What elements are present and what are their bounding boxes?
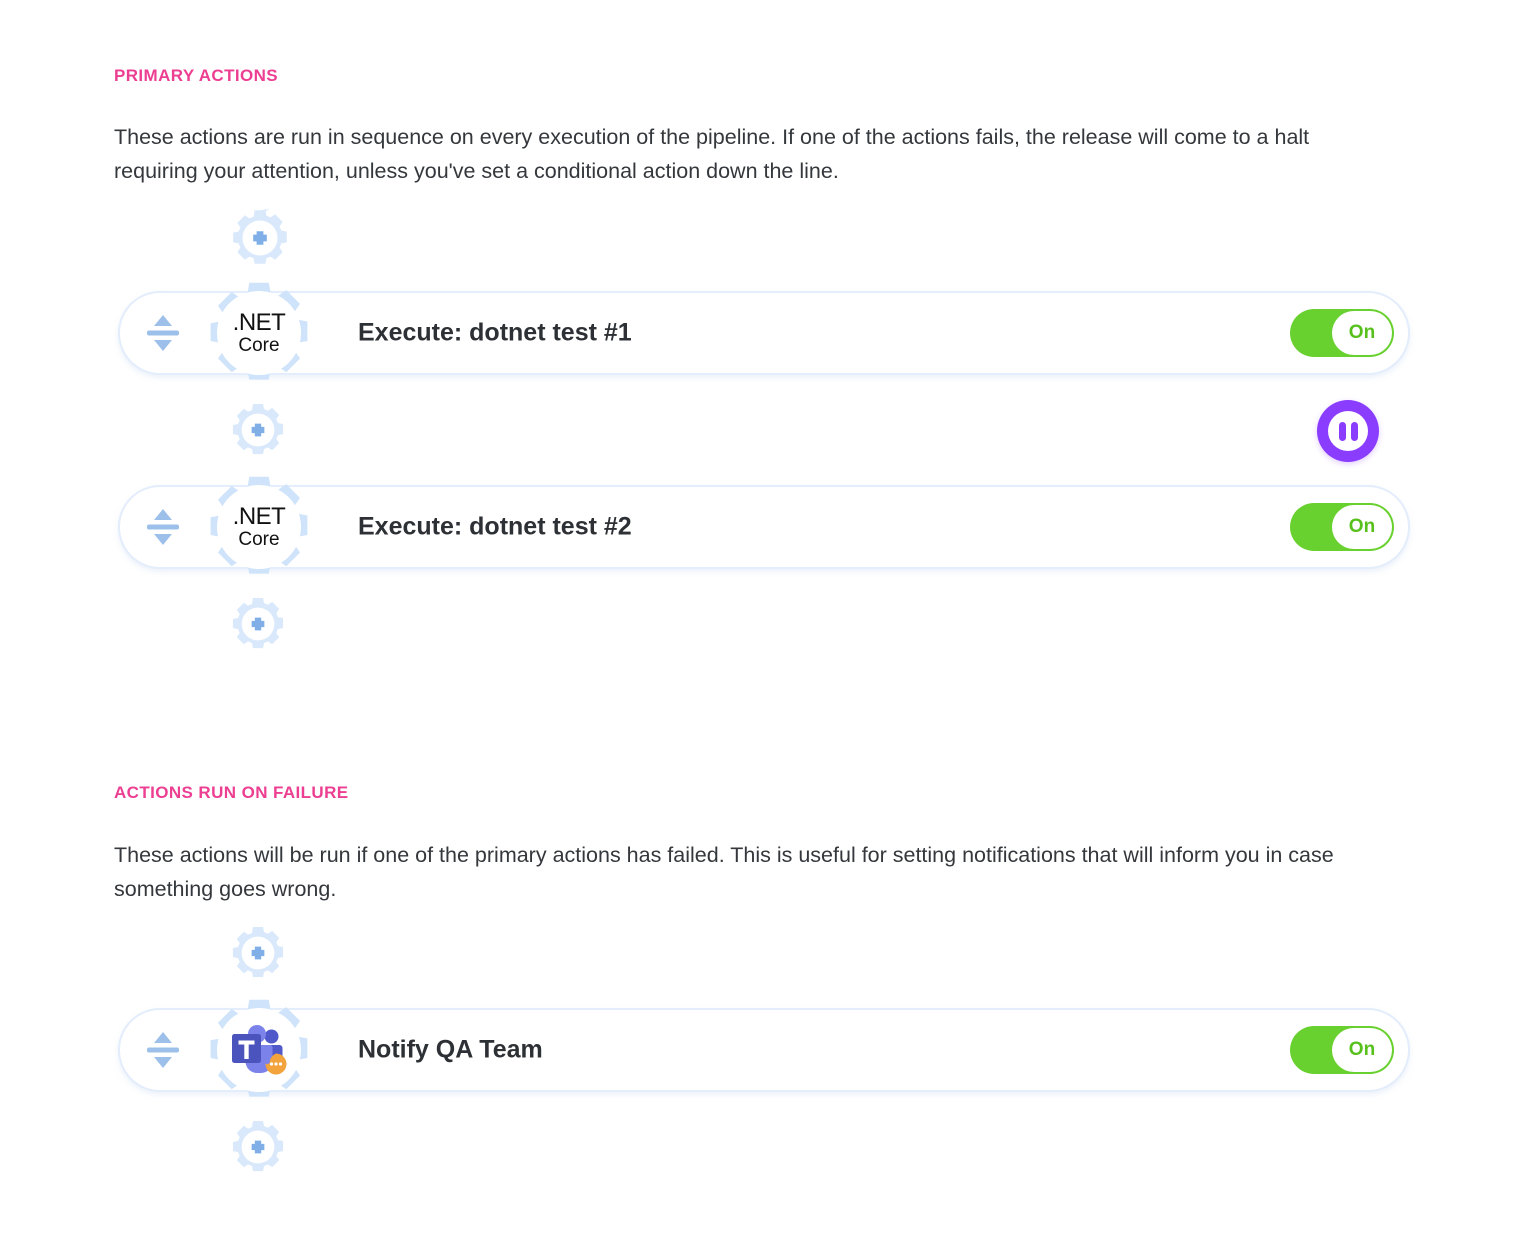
reorder-handle-icon[interactable] bbox=[146, 313, 180, 353]
action-label: Execute: dotnet test #2 bbox=[358, 512, 632, 541]
action-toggle-label: On bbox=[1332, 1028, 1392, 1072]
pause-bar-right bbox=[1350, 421, 1358, 441]
conditional-pause-badge[interactable] bbox=[1317, 400, 1379, 462]
reorder-up-arrow bbox=[154, 509, 172, 520]
action-toggle[interactable]: On bbox=[1290, 503, 1394, 551]
microsoft-teams-icon[interactable] bbox=[203, 994, 315, 1106]
pause-bar-left bbox=[1338, 421, 1346, 441]
pause-icon bbox=[1328, 411, 1368, 451]
app-icon-disc bbox=[217, 1008, 301, 1092]
reorder-bar bbox=[147, 1047, 179, 1053]
app-icon-disc: .NET Core bbox=[217, 485, 301, 569]
section-description-failure: These actions will be run if one of the … bbox=[114, 843, 1334, 901]
add-action-gear-icon[interactable] bbox=[229, 401, 287, 459]
dotnet-core-icon[interactable]: .NET Core bbox=[203, 277, 315, 389]
section-title-primary: PRIMARY ACTIONS bbox=[114, 66, 279, 85]
dotnet-core-icon[interactable]: .NET Core bbox=[203, 471, 315, 583]
pipeline-actions-page: PRIMARY ACTIONS These actions are run in… bbox=[0, 0, 1524, 1250]
action-label: Notify QA Team bbox=[358, 1035, 543, 1064]
section-description-primary: These actions are run in sequence on eve… bbox=[114, 125, 1310, 183]
add-action-gear-icon[interactable] bbox=[229, 207, 291, 269]
reorder-down-arrow bbox=[154, 1057, 172, 1068]
action-toggle[interactable]: On bbox=[1290, 1026, 1394, 1074]
action-toggle-label: On bbox=[1332, 311, 1392, 355]
app-icon-disc: .NET Core bbox=[217, 291, 301, 375]
reorder-bar bbox=[147, 524, 179, 530]
add-action-gear-icon[interactable] bbox=[229, 924, 287, 982]
reorder-up-arrow bbox=[154, 1032, 172, 1043]
dotnet-core-wordmark: .NET Core bbox=[232, 503, 286, 550]
action-label: Execute: dotnet test #1 bbox=[358, 318, 632, 347]
teams-glyph bbox=[232, 1025, 287, 1075]
action-toggle[interactable]: On bbox=[1290, 309, 1394, 357]
reorder-down-arrow bbox=[154, 340, 172, 351]
action-toggle-label: On bbox=[1332, 505, 1392, 549]
reorder-handle-icon[interactable] bbox=[146, 507, 180, 547]
reorder-down-arrow bbox=[154, 534, 172, 545]
add-action-gear-icon[interactable] bbox=[229, 1118, 287, 1176]
add-action-gear-icon[interactable] bbox=[229, 595, 287, 653]
reorder-handle-icon[interactable] bbox=[146, 1030, 180, 1070]
section-title-failure: ACTIONS RUN ON FAILURE bbox=[114, 783, 349, 802]
reorder-up-arrow bbox=[154, 315, 172, 326]
dotnet-core-wordmark: .NET Core bbox=[232, 309, 286, 356]
reorder-bar bbox=[147, 330, 179, 336]
